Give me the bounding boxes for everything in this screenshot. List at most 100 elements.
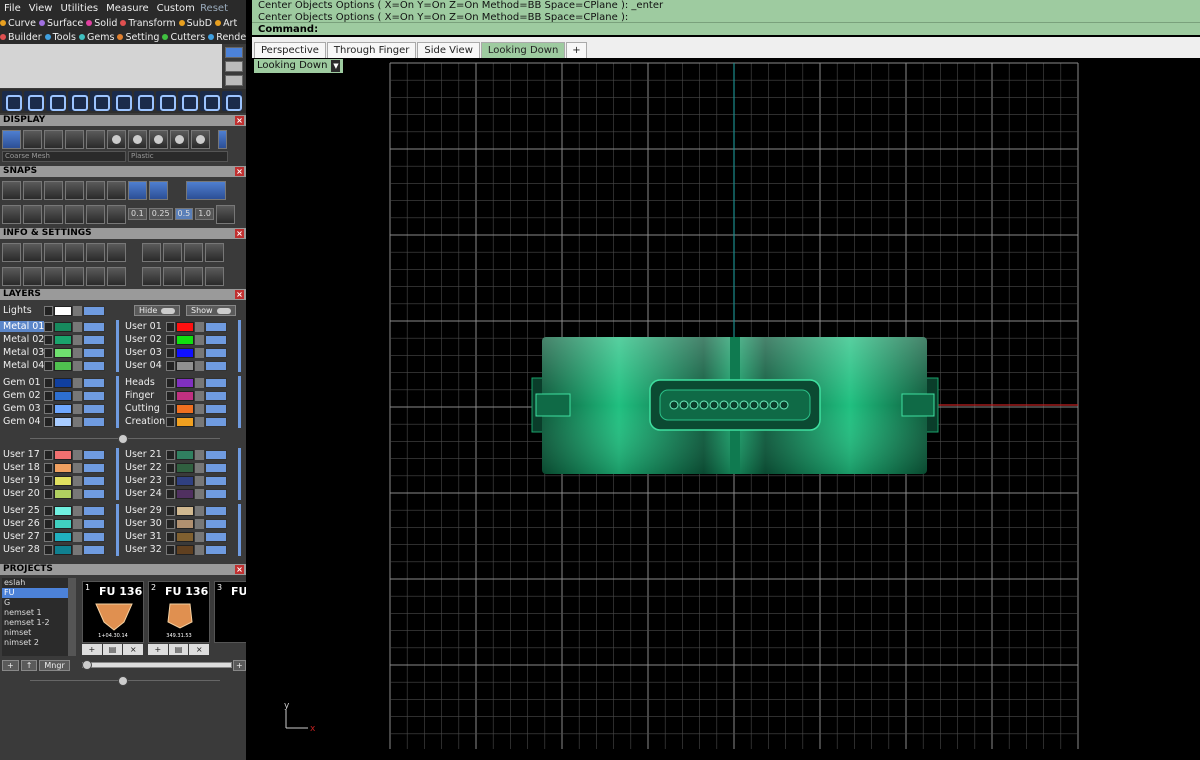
layer-color-swatch[interactable] <box>176 449 194 460</box>
layer-visibility[interactable] <box>83 416 105 427</box>
settings-button[interactable] <box>205 266 224 286</box>
layer-visibility[interactable] <box>205 377 227 388</box>
layer-arrow[interactable] <box>166 403 175 414</box>
snap-button[interactable] <box>44 180 63 200</box>
layer-color-swatch[interactable] <box>54 475 72 486</box>
chevron-down-icon[interactable]: ▼ <box>331 60 341 72</box>
display-mode-button[interactable] <box>86 129 105 149</box>
layer-visibility[interactable] <box>83 390 105 401</box>
snap-button[interactable] <box>149 180 168 200</box>
layer-row[interactable]: User 32 <box>122 543 227 556</box>
slider-knob[interactable] <box>82 660 92 670</box>
layer-arrow[interactable] <box>44 390 53 401</box>
lock-icon[interactable] <box>195 531 204 542</box>
snap-tool-button[interactable] <box>65 204 84 224</box>
settings-button[interactable] <box>44 266 63 286</box>
layer-arrow[interactable] <box>44 518 53 529</box>
layer-row[interactable]: Gem 02 <box>0 389 105 402</box>
info-button[interactable] <box>23 242 42 262</box>
info-button[interactable] <box>44 242 63 262</box>
layer-row[interactable]: Finger <box>122 389 227 402</box>
layer-visibility[interactable] <box>205 544 227 555</box>
layer-visibility[interactable] <box>83 475 105 486</box>
layer-color-swatch[interactable] <box>176 518 194 529</box>
layer-color-swatch[interactable] <box>176 544 194 555</box>
layer-visibility[interactable] <box>205 505 227 516</box>
layer-color-swatch[interactable] <box>54 449 72 460</box>
manager-button[interactable]: Mngr <box>39 660 70 671</box>
layer-color-swatch[interactable] <box>176 347 194 358</box>
tool-icon[interactable] <box>222 91 242 111</box>
layer-arrow[interactable] <box>44 377 53 388</box>
lock-icon[interactable] <box>73 403 82 414</box>
command-input[interactable]: Command: <box>252 22 1200 35</box>
snap-tool-button[interactable] <box>2 204 21 224</box>
info-button[interactable] <box>65 242 84 262</box>
lock-icon[interactable] <box>73 544 82 555</box>
material-ball-button[interactable] <box>128 129 147 149</box>
layer-visibility[interactable] <box>83 488 105 499</box>
layer-lights[interactable]: Lights <box>0 304 105 317</box>
snap-grid-button[interactable] <box>216 204 236 224</box>
tool-tab-solid[interactable]: Solid <box>86 18 120 29</box>
lock-icon[interactable] <box>73 360 82 371</box>
layer-color-swatch[interactable] <box>54 347 72 358</box>
layer-arrow[interactable] <box>166 531 175 542</box>
lock-icon[interactable] <box>195 390 204 401</box>
lock-icon[interactable] <box>73 305 82 316</box>
layer-arrow[interactable] <box>166 518 175 529</box>
add-icon[interactable]: + <box>82 644 102 655</box>
display-toggle-button[interactable] <box>218 129 227 149</box>
layer-color-swatch[interactable] <box>54 531 72 542</box>
layer-visibility[interactable] <box>83 360 105 371</box>
close-icon[interactable]: × <box>235 116 244 125</box>
tool-tab-transform[interactable]: Transform <box>120 18 178 29</box>
close-icon[interactable]: × <box>235 290 244 299</box>
layer-arrow[interactable] <box>44 347 53 358</box>
tool-tab-tools[interactable]: Tools <box>44 32 79 43</box>
layer-arrow[interactable] <box>166 505 175 516</box>
layer-row[interactable]: User 31 <box>122 530 227 543</box>
lock-icon[interactable] <box>195 544 204 555</box>
layer-row[interactable]: User 23 <box>122 474 227 487</box>
layer-color-swatch[interactable] <box>54 390 72 401</box>
snap-toggle-button[interactable] <box>186 180 226 200</box>
project-thumbnail[interactable]: 1 FU 136 1+04.30.14 <box>82 581 144 643</box>
layer-visibility[interactable] <box>83 334 105 345</box>
info-button[interactable] <box>107 242 126 262</box>
material-ball-button[interactable] <box>149 129 168 149</box>
tool-icon[interactable] <box>24 91 44 111</box>
tool-tab-subd[interactable]: SubD <box>178 18 215 29</box>
material-ball-button[interactable] <box>170 129 189 149</box>
layer-swatch[interactable] <box>54 305 72 316</box>
tool-icon[interactable] <box>200 91 220 111</box>
layer-color-swatch[interactable] <box>176 390 194 401</box>
close-icon[interactable]: × <box>235 167 244 176</box>
layer-arrow[interactable] <box>166 377 175 388</box>
layer-row[interactable]: User 01 <box>122 320 227 333</box>
layer-arrow[interactable] <box>44 505 53 516</box>
project-list[interactable]: eslah FU Gnemset 1 nemset 1-2 nimset nimset 2 <box>2 578 76 656</box>
settings-button[interactable] <box>23 266 42 286</box>
tab-through-finger[interactable]: Through Finger <box>326 42 417 58</box>
layer-row[interactable]: User 21 <box>122 448 227 461</box>
tool-icon[interactable] <box>156 91 176 111</box>
plus-button[interactable]: + <box>233 660 246 671</box>
tool-tab-art[interactable]: Art <box>215 18 240 29</box>
layer-color-swatch[interactable] <box>54 416 72 427</box>
display-mode-button[interactable] <box>65 129 84 149</box>
tab-perspective[interactable]: Perspective <box>254 42 326 58</box>
layer-row[interactable]: Heads <box>122 376 227 389</box>
info-button[interactable] <box>142 242 161 262</box>
project-slider[interactable] <box>82 662 232 668</box>
layer-color-swatch[interactable] <box>176 416 194 427</box>
lock-icon[interactable] <box>195 449 204 460</box>
layer-visibility[interactable] <box>83 377 105 388</box>
project-list-item[interactable]: G <box>2 598 76 608</box>
reset-button[interactable]: Reset <box>196 3 232 14</box>
layer-arrow[interactable] <box>44 544 53 555</box>
project-thumbnail[interactable]: 3 FU <box>214 581 246 643</box>
lock-icon[interactable] <box>195 518 204 529</box>
layer-color-swatch[interactable] <box>54 377 72 388</box>
settings-button[interactable] <box>107 266 126 286</box>
